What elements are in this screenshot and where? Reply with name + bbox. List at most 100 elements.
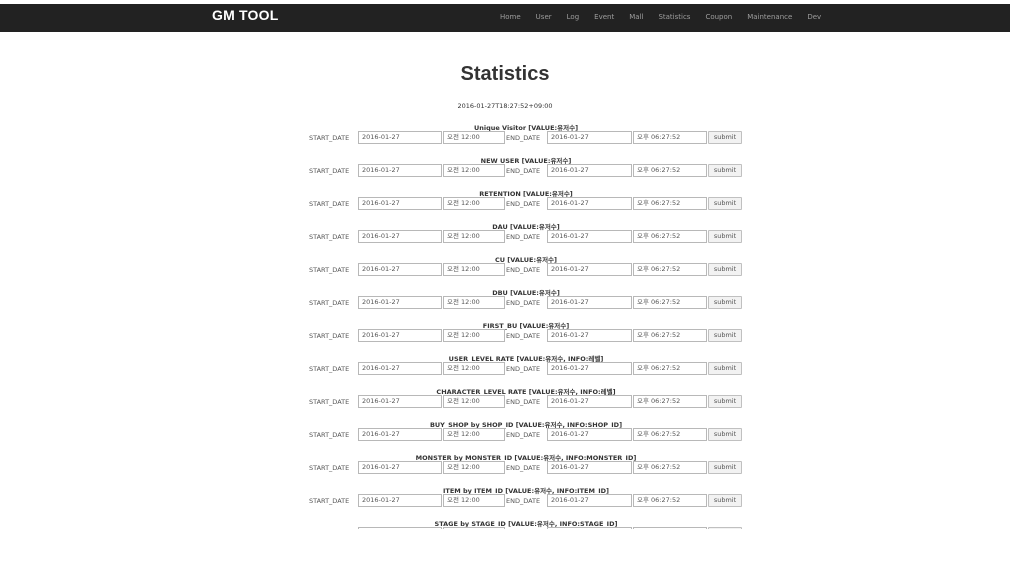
start-date-input[interactable]: 2016-01-27 bbox=[358, 164, 442, 177]
end-date-label: END_DATE bbox=[506, 167, 541, 175]
stat-block: CU [VALUE:유저수] START_DATE 2016-01-27 오전 12:… bbox=[0, 251, 1010, 284]
end-date-input[interactable]: 2016-01-27 bbox=[547, 395, 632, 408]
brand-logo[interactable]: GM TOOL bbox=[212, 7, 278, 23]
start-time-input[interactable]: 오전 12:00 bbox=[443, 329, 505, 342]
end-date-label: END_DATE bbox=[506, 299, 541, 307]
start-date-input[interactable]: 2016-01-27 bbox=[358, 395, 442, 408]
nav-item-user[interactable]: User bbox=[536, 13, 552, 21]
date-range-row: START_DATE2016-01-27오전 12:00END_DATE2016… bbox=[0, 296, 1010, 310]
start-date-label: START_DATE bbox=[309, 134, 350, 142]
submit-button[interactable]: submit bbox=[708, 428, 742, 441]
end-time-input[interactable]: 오후 06:27:52 bbox=[633, 197, 707, 210]
submit-button[interactable]: submit bbox=[708, 461, 742, 474]
start-time-input[interactable]: 오전 12:00 bbox=[443, 395, 505, 408]
end-date-input[interactable]: 2016-01-27 bbox=[547, 527, 632, 529]
submit-button[interactable]: submit bbox=[708, 263, 742, 276]
start-time-input[interactable]: 오전 12:00 bbox=[443, 263, 505, 276]
start-date-input[interactable]: 2016-01-27 bbox=[358, 362, 442, 375]
start-time-input[interactable]: 오전 12:00 bbox=[443, 461, 505, 474]
stat-block: RETENTION [VALUE:유저수] START_DATE 2016-01-2… bbox=[0, 185, 1010, 218]
end-date-input[interactable]: 2016-01-27 bbox=[547, 131, 632, 144]
start-date-label: START_DATE bbox=[309, 398, 350, 406]
submit-button[interactable]: submit bbox=[708, 395, 742, 408]
end-time-input[interactable]: 오후 06:27:52 bbox=[633, 296, 707, 309]
end-date-input[interactable]: 2016-01-27 bbox=[547, 362, 632, 375]
submit-button[interactable]: submit bbox=[708, 131, 742, 144]
start-time-input[interactable]: 오전 12:00 bbox=[443, 296, 505, 309]
end-date-input[interactable]: 2016-01-27 bbox=[547, 428, 632, 441]
start-date-input[interactable]: 2016-01-27 bbox=[358, 428, 442, 441]
end-date-input[interactable]: 2016-01-27 bbox=[547, 164, 632, 177]
start-date-input[interactable]: 2016-01-27 bbox=[358, 461, 442, 474]
stat-block: Unique Visitor [VALUE:유저수] START_DATE 2016… bbox=[0, 119, 1010, 152]
date-range-row: START_DATE2016-01-27오전 12:00END_DATE2016… bbox=[0, 230, 1010, 244]
submit-button[interactable]: submit bbox=[708, 296, 742, 309]
stat-block: NEW USER [VALUE:유저수] START_DATE 2016-01-27… bbox=[0, 152, 1010, 185]
end-time-input[interactable]: 오후 06:27:52 bbox=[633, 131, 707, 144]
nav-item-coupon[interactable]: Coupon bbox=[705, 13, 732, 21]
start-time-input[interactable]: 오전 12:00 bbox=[443, 131, 505, 144]
start-date-label: START_DATE bbox=[309, 464, 350, 472]
stat-block: ITEM by ITEM_ID [VALUE:유저수, INFO:ITEM_ID… bbox=[0, 482, 1010, 515]
end-date-input[interactable]: 2016-01-27 bbox=[547, 461, 632, 474]
nav-item-event[interactable]: Event bbox=[594, 13, 614, 21]
start-date-input[interactable]: 2016-01-27 bbox=[358, 296, 442, 309]
start-date-input[interactable]: 2016-01-27 bbox=[358, 329, 442, 342]
start-time-input[interactable]: 오전 12:00 bbox=[443, 362, 505, 375]
submit-button[interactable]: submit bbox=[708, 494, 742, 507]
start-date-input[interactable]: 2016-01-27 bbox=[358, 230, 442, 243]
start-date-label: START_DATE bbox=[309, 332, 350, 340]
start-date-input[interactable]: 2016-01-27 bbox=[358, 263, 442, 276]
nav-item-statistics[interactable]: Statistics bbox=[658, 13, 690, 21]
end-date-input[interactable]: 2016-01-27 bbox=[547, 494, 632, 507]
end-time-input[interactable]: 오후 06:27:52 bbox=[633, 263, 707, 276]
end-date-label: END_DATE bbox=[506, 200, 541, 208]
end-date-label: END_DATE bbox=[506, 332, 541, 340]
start-date-input[interactable]: 2016-01-27 bbox=[358, 494, 442, 507]
nav-item-log[interactable]: Log bbox=[567, 13, 580, 21]
end-date-input[interactable]: 2016-01-27 bbox=[547, 197, 632, 210]
submit-button[interactable]: submit bbox=[708, 197, 742, 210]
submit-button[interactable]: submit bbox=[708, 164, 742, 177]
start-time-input[interactable]: 오전 12:00 bbox=[443, 527, 505, 529]
start-time-input[interactable]: 오전 12:00 bbox=[443, 494, 505, 507]
date-range-row: START_DATE2016-01-27오전 12:00END_DATE2016… bbox=[0, 164, 1010, 178]
date-range-row: START_DATE2016-01-27오전 12:00END_DATE2016… bbox=[0, 329, 1010, 343]
end-time-input[interactable]: 오후 06:27:52 bbox=[633, 494, 707, 507]
end-time-input[interactable]: 오후 06:27:52 bbox=[633, 461, 707, 474]
end-time-input[interactable]: 오후 06:27:52 bbox=[633, 362, 707, 375]
start-date-input[interactable]: 2016-01-27 bbox=[358, 131, 442, 144]
page-title: Statistics bbox=[460, 63, 550, 85]
start-time-input[interactable]: 오전 12:00 bbox=[443, 230, 505, 243]
start-time-input[interactable]: 오전 12:00 bbox=[443, 164, 505, 177]
nav-item-maintenance[interactable]: Maintenance bbox=[747, 13, 792, 21]
end-date-input[interactable]: 2016-01-27 bbox=[547, 263, 632, 276]
submit-button[interactable]: submit bbox=[708, 362, 742, 375]
end-time-input[interactable]: 오후 06:27:52 bbox=[633, 395, 707, 408]
submit-button[interactable]: submit bbox=[708, 230, 742, 243]
nav-item-mall[interactable]: Mall bbox=[629, 13, 643, 21]
date-range-row: START_DATE2016-01-27오전 12:00END_DATE2016… bbox=[0, 362, 1010, 376]
end-time-input[interactable]: 오후 06:27:52 bbox=[633, 230, 707, 243]
date-range-row: START_DATE2016-01-27오전 12:00END_DATE2016… bbox=[0, 263, 1010, 277]
nav-item-dev[interactable]: Dev bbox=[807, 13, 821, 21]
end-time-input[interactable]: 오후 06:27:52 bbox=[633, 527, 707, 529]
start-time-input[interactable]: 오전 12:00 bbox=[443, 428, 505, 441]
end-time-input[interactable]: 오후 06:27:52 bbox=[633, 164, 707, 177]
end-time-input[interactable]: 오후 06:27:52 bbox=[633, 428, 707, 441]
start-date-input[interactable]: 2016-01-27 bbox=[358, 197, 442, 210]
nav-item-home[interactable]: Home bbox=[500, 13, 521, 21]
end-date-label: END_DATE bbox=[506, 266, 541, 274]
start-time-input[interactable]: 오전 12:00 bbox=[443, 197, 505, 210]
start-date-input[interactable]: 2016-01-27 bbox=[358, 527, 442, 529]
start-date-label: START_DATE bbox=[309, 431, 350, 439]
submit-button[interactable]: submit bbox=[708, 527, 742, 529]
submit-button[interactable]: submit bbox=[708, 329, 742, 342]
end-time-input[interactable]: 오후 06:27:52 bbox=[633, 329, 707, 342]
end-date-input[interactable]: 2016-01-27 bbox=[547, 296, 632, 309]
end-date-label: END_DATE bbox=[506, 464, 541, 472]
top-navbar: GM TOOL Home User Log Event Mall Statist… bbox=[0, 4, 1010, 32]
end-date-input[interactable]: 2016-01-27 bbox=[547, 230, 632, 243]
date-range-row: START_DATE2016-01-27오전 12:00END_DATE2016… bbox=[0, 197, 1010, 211]
end-date-input[interactable]: 2016-01-27 bbox=[547, 329, 632, 342]
